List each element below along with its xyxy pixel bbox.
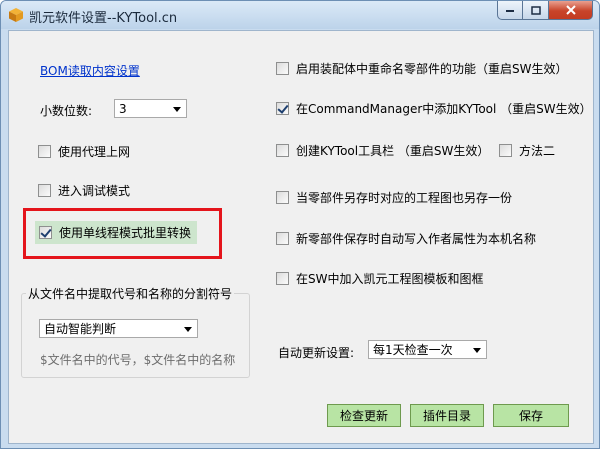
auto-update-select[interactable]: 每1天检查一次 (368, 340, 487, 359)
close-icon (565, 5, 576, 15)
app-cube-icon (9, 8, 23, 22)
drawing-template-label: 在SW中加入凯元工程图模板和图框 (296, 272, 484, 286)
auto-update-label: 自动更新设置: (278, 346, 355, 360)
rename-parts-option[interactable]: 启用装配体中重命名零部件的功能（重启SW生效） (276, 60, 567, 77)
separator-group-title: 从文件名中提取代号和名称的分割符号 (26, 285, 235, 302)
drawing-saveas-option[interactable]: 当零部件另存时对应的工程图也另存一份 (276, 189, 512, 206)
minimize-button[interactable] (497, 1, 523, 20)
debug-option[interactable]: 进入调试模式 (38, 182, 130, 199)
dropdown-arrow-icon (173, 107, 181, 112)
separator-select[interactable]: 自动智能判断 (39, 319, 198, 338)
toolbar-label: 创建KYTool工具栏 （重启SW生效） (296, 144, 490, 158)
drawing-template-checkbox[interactable] (276, 272, 289, 285)
rename-parts-checkbox[interactable] (276, 62, 289, 75)
debug-checkbox[interactable] (38, 184, 51, 197)
drawing-saveas-label: 当零部件另存时对应的工程图也另存一份 (296, 191, 513, 205)
bom-settings-link[interactable]: BOM读取内容设置 (40, 62, 140, 79)
maximize-icon (530, 5, 541, 15)
single-thread-label: 使用单线程模式批里转换 (59, 226, 192, 240)
save-button[interactable]: 保存 (493, 404, 569, 427)
toolbar-checkbox[interactable] (276, 144, 289, 157)
close-button[interactable] (549, 1, 593, 20)
author-property-option[interactable]: 新零部件保存时自动写入作者属性为本机名称 (276, 230, 536, 247)
proxy-option[interactable]: 使用代理上网 (38, 143, 130, 160)
settings-panel: BOM读取内容设置 小数位数: 3 使用代理上网 进入调试模式 使用单线程模式批… (8, 30, 594, 444)
method-two-checkbox[interactable] (499, 144, 512, 157)
drawing-template-option[interactable]: 在SW中加入凯元工程图模板和图框 (276, 270, 483, 287)
single-thread-option[interactable]: 使用单线程模式批里转换 (35, 221, 198, 244)
window-title: 凯元软件设置--KYTool.cn (29, 11, 178, 26)
single-thread-checkbox[interactable] (39, 226, 52, 239)
decimal-places-label: 小数位数: (40, 104, 93, 118)
proxy-checkbox[interactable] (38, 145, 51, 158)
separator-hint: $文件名中的代号，$文件名中的名称 (40, 353, 236, 367)
commandmanager-option[interactable]: 在CommandManager中添加KYTool （重启SW生效） (276, 100, 592, 117)
toolbar-option[interactable]: 创建KYTool工具栏 （重启SW生效） (276, 142, 489, 159)
author-property-checkbox[interactable] (276, 232, 289, 245)
commandmanager-label: 在CommandManager中添加KYTool （重启SW生效） (296, 102, 592, 116)
decimal-places-value: 3 (119, 101, 127, 116)
drawing-saveas-checkbox[interactable] (276, 191, 289, 204)
title-bar[interactable]: 凯元软件设置--KYTool.cn (1, 1, 599, 29)
dropdown-arrow-icon (184, 327, 192, 332)
method-two-option[interactable]: 方法二 (499, 142, 555, 159)
debug-label: 进入调试模式 (58, 184, 131, 198)
dropdown-arrow-icon (473, 348, 481, 353)
separator-value: 自动智能判断 (44, 322, 117, 336)
commandmanager-checkbox[interactable] (276, 102, 289, 115)
decimal-places-select[interactable]: 3 (114, 99, 187, 118)
auto-update-value: 每1天检查一次 (373, 343, 453, 357)
minimize-icon (506, 10, 514, 12)
maximize-button[interactable] (523, 1, 549, 20)
plugin-directory-button[interactable]: 插件目录 (410, 404, 484, 427)
check-update-button[interactable]: 检查更新 (327, 404, 401, 427)
rename-parts-label: 启用装配体中重命名零部件的功能（重启SW生效） (296, 62, 568, 76)
author-property-label: 新零部件保存时自动写入作者属性为本机名称 (296, 232, 537, 246)
method-two-label: 方法二 (519, 144, 556, 158)
proxy-label: 使用代理上网 (58, 145, 131, 159)
settings-window: 凯元软件设置--KYTool.cn BOM读取内容设置 小数位数: 3 使用代理… (0, 0, 600, 449)
